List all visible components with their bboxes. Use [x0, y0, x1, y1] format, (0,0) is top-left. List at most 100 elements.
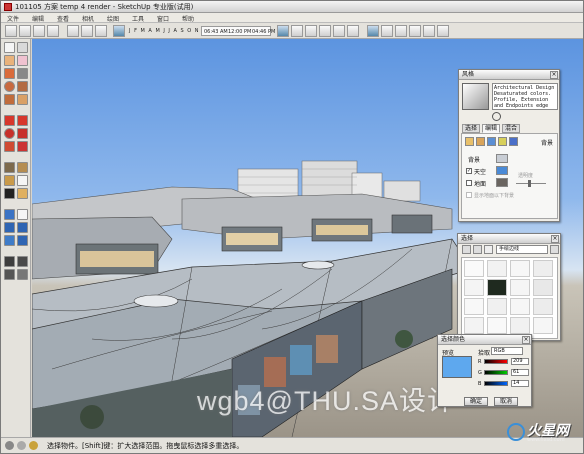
top-view-button[interactable] [291, 25, 303, 37]
collection-select[interactable]: 手绘边线 [496, 245, 548, 254]
select-tool-button[interactable] [5, 25, 17, 37]
eraser-button[interactable] [47, 25, 59, 37]
material-swatch[interactable] [510, 260, 530, 277]
transparency-slider[interactable] [516, 183, 546, 184]
orbit-icon[interactable] [4, 209, 15, 220]
menu-window[interactable]: 窗口 [157, 14, 169, 23]
material-swatch[interactable] [464, 279, 484, 296]
material-swatch[interactable] [487, 279, 507, 296]
zoom-icon[interactable] [4, 222, 15, 233]
channel-g-value[interactable]: 61 [511, 369, 529, 376]
protractor-icon[interactable] [4, 175, 15, 186]
menu-edit[interactable]: 编辑 [32, 14, 44, 23]
component-button[interactable] [19, 25, 31, 37]
edge-settings-icon[interactable] [465, 137, 474, 146]
update-style-icon[interactable] [492, 112, 501, 121]
close-icon[interactable]: × [550, 71, 558, 79]
modeling-settings-icon[interactable] [509, 137, 518, 146]
tape-measure-icon[interactable] [4, 162, 15, 173]
section-plane-icon[interactable] [17, 269, 28, 280]
select-arrow-icon[interactable] [4, 42, 15, 53]
make-component-icon[interactable] [17, 42, 28, 53]
zoom-window-icon[interactable] [17, 222, 28, 233]
channel-b-slider[interactable] [484, 381, 508, 386]
rotate-icon[interactable] [4, 128, 15, 139]
ground-color-swatch[interactable] [496, 178, 508, 187]
channel-r-slider[interactable] [484, 359, 508, 364]
menu-tools[interactable]: 工具 [132, 14, 144, 23]
help-icon[interactable] [29, 441, 38, 450]
show-ground-from-below-checkbox[interactable] [466, 192, 472, 198]
ground-checkbox[interactable] [466, 180, 472, 186]
watermark-settings-icon[interactable] [498, 137, 507, 146]
material-swatch[interactable] [533, 260, 553, 277]
paint-button[interactable] [33, 25, 45, 37]
rectangle-icon[interactable] [4, 68, 15, 79]
background-settings-icon[interactable] [487, 137, 496, 146]
rectangle-button[interactable] [67, 25, 79, 37]
material-swatch[interactable] [464, 260, 484, 277]
previous-view-icon[interactable] [17, 235, 28, 246]
tab-edit[interactable]: 编辑 [482, 124, 501, 133]
shadow-time-slider[interactable]: 06:43 AM 12:00 PM 04:46 PM [201, 26, 275, 36]
menu-file[interactable]: 文件 [7, 14, 19, 23]
paint-bucket-icon[interactable] [4, 55, 15, 66]
back-arrow-icon[interactable] [462, 245, 471, 254]
hidden-line-style-button[interactable] [395, 25, 407, 37]
polygon-icon[interactable] [4, 94, 15, 105]
back-view-button[interactable] [333, 25, 345, 37]
dimension-icon[interactable] [17, 162, 28, 173]
walk-icon[interactable] [17, 256, 28, 267]
material-swatch[interactable] [533, 298, 553, 315]
face-settings-icon[interactable] [476, 137, 485, 146]
monochrome-style-button[interactable] [437, 25, 449, 37]
cancel-button[interactable]: 取消 [494, 397, 518, 406]
tab-mix[interactable]: 混合 [502, 124, 521, 133]
channel-r-value[interactable]: 209 [511, 358, 529, 365]
sky-color-swatch[interactable] [496, 166, 508, 175]
material-swatch[interactable] [487, 317, 507, 334]
freehand-icon[interactable] [17, 94, 28, 105]
arc-icon[interactable] [17, 81, 28, 92]
push-pull-icon[interactable] [17, 115, 28, 126]
menu-view[interactable]: 查看 [57, 14, 69, 23]
textured-style-button[interactable] [423, 25, 435, 37]
close-icon[interactable]: × [551, 235, 559, 243]
material-swatch[interactable] [487, 260, 507, 277]
home-icon[interactable] [484, 245, 493, 254]
shadow-month-slider[interactable]: J F M A M J J A S O N D [129, 28, 207, 34]
3d-text-icon[interactable] [17, 188, 28, 199]
tab-select[interactable]: 选择 [462, 124, 481, 133]
material-swatch[interactable] [487, 298, 507, 315]
shadow-settings-button[interactable] [113, 25, 125, 37]
text-tool-icon[interactable] [17, 175, 28, 186]
move-icon[interactable] [4, 115, 15, 126]
close-icon[interactable]: × [522, 336, 530, 344]
iso-view-button[interactable] [277, 25, 289, 37]
front-view-button[interactable] [305, 25, 317, 37]
look-around-icon[interactable] [4, 269, 15, 280]
offset-icon[interactable] [17, 141, 28, 152]
pan-icon[interactable] [17, 209, 28, 220]
menu-draw[interactable]: 绘图 [107, 14, 119, 23]
material-swatch[interactable] [464, 317, 484, 334]
zoom-extents-icon[interactable] [4, 235, 15, 246]
material-swatch[interactable] [510, 317, 530, 334]
right-view-button[interactable] [319, 25, 331, 37]
material-swatch[interactable] [533, 279, 553, 296]
channel-g-slider[interactable] [484, 370, 508, 375]
ok-button[interactable]: 确定 [464, 397, 488, 406]
menu-camera[interactable]: 相机 [82, 14, 94, 23]
material-swatch[interactable] [510, 279, 530, 296]
forward-arrow-icon[interactable] [473, 245, 482, 254]
circle-icon[interactable] [4, 81, 15, 92]
material-swatch[interactable] [533, 317, 553, 334]
style-description-box[interactable]: Architectural Design Desaturated colors.… [492, 83, 558, 110]
position-camera-icon[interactable] [4, 256, 15, 267]
geo-location-icon[interactable] [5, 441, 14, 450]
menu-help[interactable]: 帮助 [182, 14, 194, 23]
details-arrow-icon[interactable] [550, 245, 559, 254]
material-swatch[interactable] [510, 298, 530, 315]
sky-checkbox[interactable]: ✓ [466, 168, 472, 174]
axes-icon[interactable] [4, 188, 15, 199]
